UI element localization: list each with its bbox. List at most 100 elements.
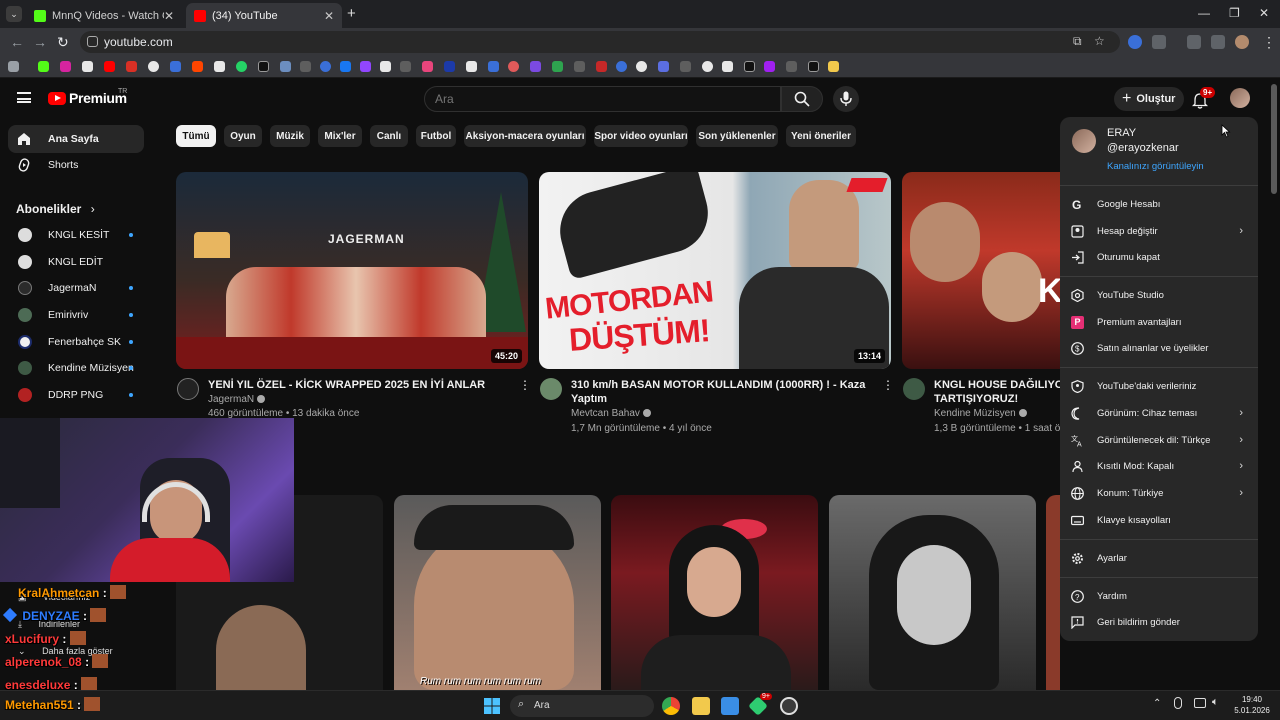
download-icon[interactable] xyxy=(1187,35,1201,49)
bookmark-icon[interactable] xyxy=(280,61,291,72)
menu-item-send-feedback[interactable]: Geri bildirim gönder xyxy=(1060,609,1258,635)
video-title[interactable]: KNGL HOUSE DAĞILIYOR M TARTIŞIYORUZ! xyxy=(934,378,1060,406)
close-tab-icon[interactable]: ✕ xyxy=(324,9,334,23)
menu-item-keyboard-shortcuts[interactable]: Klavye kısayolları xyxy=(1060,507,1258,533)
bookmark-icon[interactable] xyxy=(744,61,755,72)
sidebar-subscription[interactable]: KNGL KESİT xyxy=(8,221,144,249)
bookmark-icon[interactable] xyxy=(530,61,541,72)
bookmark-icon[interactable] xyxy=(320,61,331,72)
forward-icon[interactable]: → xyxy=(33,34,47,50)
windows-start-icon[interactable] xyxy=(484,698,500,714)
menu-item-your-data[interactable]: YouTube'daki verileriniz xyxy=(1060,373,1258,399)
bookmark-icon[interactable] xyxy=(192,61,203,72)
reload-icon[interactable]: ↻ xyxy=(57,34,69,51)
bookmark-star-icon[interactable]: ☆ xyxy=(1094,34,1105,48)
menu-item-language[interactable]: 文A Görüntülenecek dil: Türkçe › xyxy=(1060,427,1258,453)
chip[interactable]: Aksiyon-macera oyunları xyxy=(464,125,586,147)
video-title[interactable]: YENİ YIL ÖZEL - KİCK WRAPPED 2025 EN İYİ… xyxy=(208,378,508,392)
short-thumbnail[interactable] xyxy=(611,495,818,690)
sidebar-subscription[interactable]: DDRP PNG xyxy=(8,381,144,409)
bookmark-icon[interactable] xyxy=(574,61,585,72)
bookmark-icon[interactable] xyxy=(466,61,477,72)
menu-item-purchases[interactable]: $ Satın alınanlar ve üyelikler xyxy=(1060,335,1258,361)
chrome-icon[interactable] xyxy=(662,697,680,715)
bookmark-icon[interactable] xyxy=(422,61,433,72)
bookmark-icon[interactable] xyxy=(444,61,455,72)
minimize-icon[interactable]: — xyxy=(1198,6,1210,20)
menu-item-switch-account[interactable]: Hesap değiştir › xyxy=(1060,218,1258,244)
reading-list-icon[interactable] xyxy=(1211,35,1225,49)
obs-icon[interactable] xyxy=(780,697,798,715)
bookmark-icon[interactable] xyxy=(596,61,607,72)
bookmark-icon[interactable] xyxy=(786,61,797,72)
install-app-icon[interactable]: ⧉ xyxy=(1073,34,1082,49)
tab-youtube[interactable]: (34) YouTube ✕ xyxy=(186,3,342,28)
bookmark-icon[interactable] xyxy=(808,61,819,72)
file-explorer-icon[interactable] xyxy=(692,697,710,715)
bookmark-icon[interactable] xyxy=(722,61,733,72)
video-thumbnail[interactable]: JAGERMAN 45:20 xyxy=(176,172,528,369)
more-actions-icon[interactable]: ⋮ xyxy=(519,378,531,392)
network-icon[interactable] xyxy=(1194,698,1206,708)
sidebar-subscription[interactable]: JagermaN xyxy=(8,274,144,302)
maximize-icon[interactable]: ❐ xyxy=(1229,6,1240,20)
show-hidden-icons[interactable]: ⌃ xyxy=(1153,698,1161,709)
menu-item-youtube-studio[interactable]: YouTube Studio xyxy=(1060,282,1258,308)
menu-item-google-account[interactable]: G Google Hesabı xyxy=(1060,191,1258,217)
bookmark-icon[interactable] xyxy=(38,61,49,72)
sidebar-subscription[interactable]: Kendine Müzisyen xyxy=(8,354,144,382)
chip[interactable]: Spor video oyunları xyxy=(594,125,688,147)
bookmark-icon[interactable] xyxy=(104,61,115,72)
extensions-puzzle-icon[interactable] xyxy=(1152,35,1166,49)
bookmark-icon[interactable] xyxy=(380,61,391,72)
taskbar-search[interactable]: ⌕ Ara xyxy=(510,695,654,717)
chip[interactable]: Son yüklenenler xyxy=(696,125,778,147)
bookmark-icon[interactable] xyxy=(300,61,311,72)
store-icon[interactable] xyxy=(721,697,739,715)
bookmark-icon[interactable] xyxy=(508,61,519,72)
page-scrollbar[interactable] xyxy=(1271,84,1277,194)
more-actions-icon[interactable]: ⋮ xyxy=(882,378,894,392)
bookmark-icon[interactable] xyxy=(680,61,691,72)
bookmark-icon[interactable] xyxy=(170,61,181,72)
video-thumbnail[interactable]: K xyxy=(902,172,1060,369)
microphone-tray-icon[interactable] xyxy=(1174,697,1182,709)
chip[interactable]: Canlı xyxy=(370,125,408,147)
short-thumbnail[interactable]: Rum rum rum rum rum rum xyxy=(394,495,601,690)
menu-item-restricted-mode[interactable]: Kısıtlı Mod: Kapalı › xyxy=(1060,453,1258,479)
chip[interactable]: Müzik xyxy=(270,125,310,147)
sidebar-subscription[interactable]: KNGL EDİT xyxy=(8,248,144,276)
bookmark-icon[interactable] xyxy=(126,61,137,72)
menu-item-help[interactable]: ? Yardım xyxy=(1060,583,1258,609)
menu-item-sign-out[interactable]: Oturumu kapat xyxy=(1060,244,1258,270)
bookmark-icon[interactable] xyxy=(764,61,775,72)
video-channel[interactable]: Mevtcan Bahav xyxy=(571,406,651,421)
menu-item-location[interactable]: Konum: Türkiye › xyxy=(1060,480,1258,506)
create-button[interactable]: + Oluştur xyxy=(1114,87,1184,111)
bookmark-icon[interactable] xyxy=(60,61,71,72)
close-tab-icon[interactable]: ✕ xyxy=(164,9,174,23)
bookmark-icon[interactable] xyxy=(236,61,247,72)
account-avatar[interactable] xyxy=(1230,88,1250,108)
search-input[interactable] xyxy=(425,87,780,111)
bookmark-icon[interactable] xyxy=(702,61,713,72)
bookmark-icon[interactable] xyxy=(616,61,627,72)
video-channel[interactable]: Kendine Müzisyen xyxy=(934,406,1027,421)
bookmark-icon[interactable] xyxy=(258,61,269,72)
url-field[interactable]: youtube.com ⧉ ☆ xyxy=(80,31,1120,53)
chip[interactable]: Oyun xyxy=(224,125,262,147)
video-channel[interactable]: JagermaN xyxy=(208,392,266,407)
sidebar-item-shorts[interactable]: Shorts xyxy=(8,151,144,179)
youtube-logo-icon[interactable] xyxy=(48,92,66,105)
chip[interactable]: Futbol xyxy=(416,125,456,147)
voice-search-button[interactable] xyxy=(833,86,859,112)
bookmark-icon[interactable] xyxy=(82,61,93,72)
chip[interactable]: Mix'ler xyxy=(318,125,362,147)
bookmark-icon[interactable] xyxy=(360,61,371,72)
profile-icon[interactable] xyxy=(1235,35,1249,49)
bookmark-icon[interactable] xyxy=(148,61,159,72)
chip[interactable]: Yeni öneriler xyxy=(786,125,856,147)
menu-item-settings[interactable]: Ayarlar xyxy=(1060,545,1258,571)
apps-grid-icon[interactable] xyxy=(8,61,19,72)
menu-item-premium-benefits[interactable]: P Premium avantajları xyxy=(1060,309,1258,335)
